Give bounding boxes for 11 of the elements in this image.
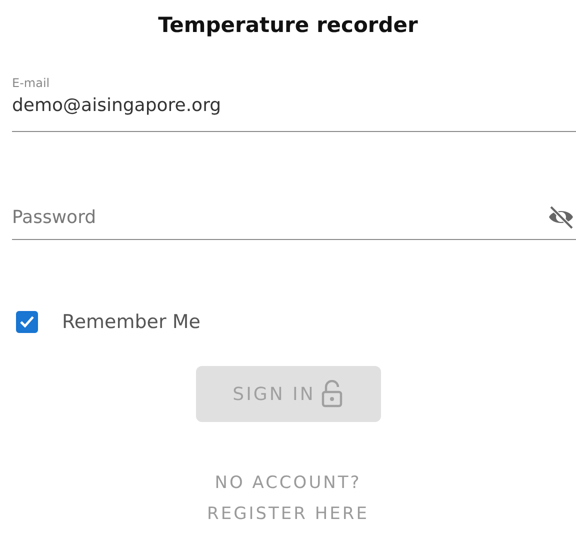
app-title: Temperature recorder bbox=[157, 12, 419, 39]
password-field[interactable]: Password bbox=[12, 204, 548, 230]
email-label: E-mail bbox=[12, 76, 50, 90]
register-link[interactable]: REGISTER HERE bbox=[207, 504, 369, 524]
visibility-off-icon[interactable] bbox=[548, 205, 574, 229]
no-account-text: NO ACCOUNT? bbox=[214, 473, 362, 493]
email-field[interactable]: demo@aisingapore.org bbox=[12, 92, 576, 118]
remember-me-label: Remember Me bbox=[62, 310, 200, 334]
lock-icon bbox=[321, 380, 344, 408]
checkbox[interactable] bbox=[16, 310, 38, 333]
checkmark-icon bbox=[19, 314, 35, 330]
